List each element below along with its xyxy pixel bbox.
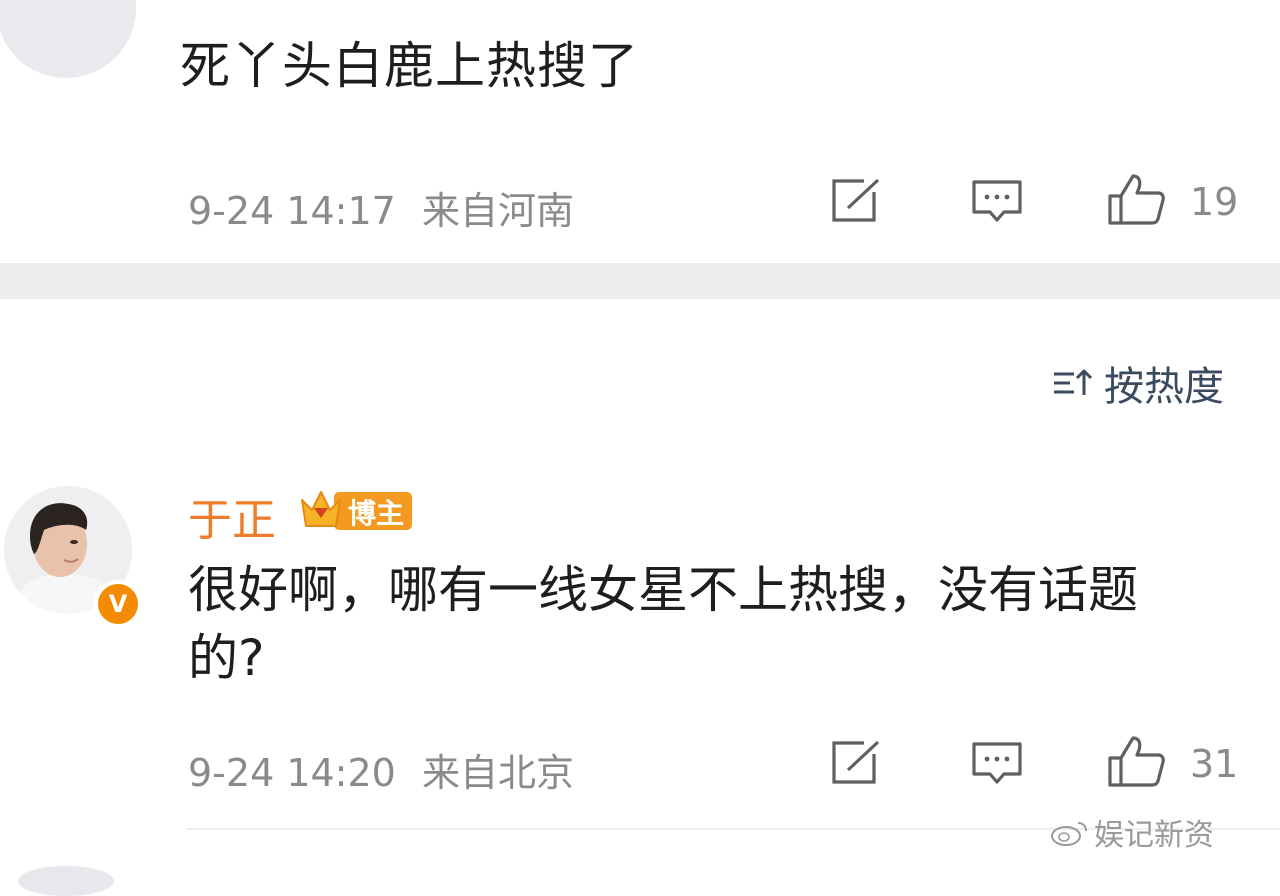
like-count: 19 — [1190, 180, 1239, 224]
share-icon[interactable] — [830, 178, 882, 228]
comment-timestamp: 9-24 14:17 — [188, 189, 396, 233]
blogger-badge-label: 博主 — [348, 497, 405, 530]
comment-location: 来自河南 — [421, 189, 574, 233]
watermark-text: 娱记新资 — [1094, 818, 1214, 853]
comment-meta: 9-24 14:17 来自河南 — [188, 180, 574, 235]
sort-label: 按热度 — [1104, 364, 1224, 410]
like-icon[interactable] — [1106, 734, 1166, 792]
watermark: 娱记新资 — [1050, 810, 1214, 854]
username[interactable]: 于正 — [188, 484, 276, 548]
comment-timestamp: 9-24 14:20 — [188, 751, 396, 795]
sort-by-heat-button[interactable]: 按热度 — [1052, 354, 1224, 412]
weibo-logo-icon — [1051, 822, 1087, 846]
comment-text: 死丫头白鹿上热搜了 — [180, 37, 639, 95]
comment-text: 很好啊，哪有一线女星不上热搜，没有话题的? — [188, 561, 1138, 687]
verified-badge-icon: V — [94, 580, 142, 628]
like-count: 31 — [1190, 742, 1239, 786]
avatar[interactable] — [0, 0, 136, 78]
comment-location: 来自北京 — [421, 751, 574, 795]
sort-icon — [1054, 369, 1093, 395]
avatar — [18, 866, 114, 896]
comment-icon[interactable] — [970, 178, 1024, 230]
like-icon[interactable] — [1106, 172, 1166, 230]
section-divider — [0, 263, 1280, 299]
comment-icon[interactable] — [970, 740, 1024, 792]
share-icon[interactable] — [830, 740, 882, 790]
comment-meta: 9-24 14:20 来自北京 — [188, 742, 574, 797]
